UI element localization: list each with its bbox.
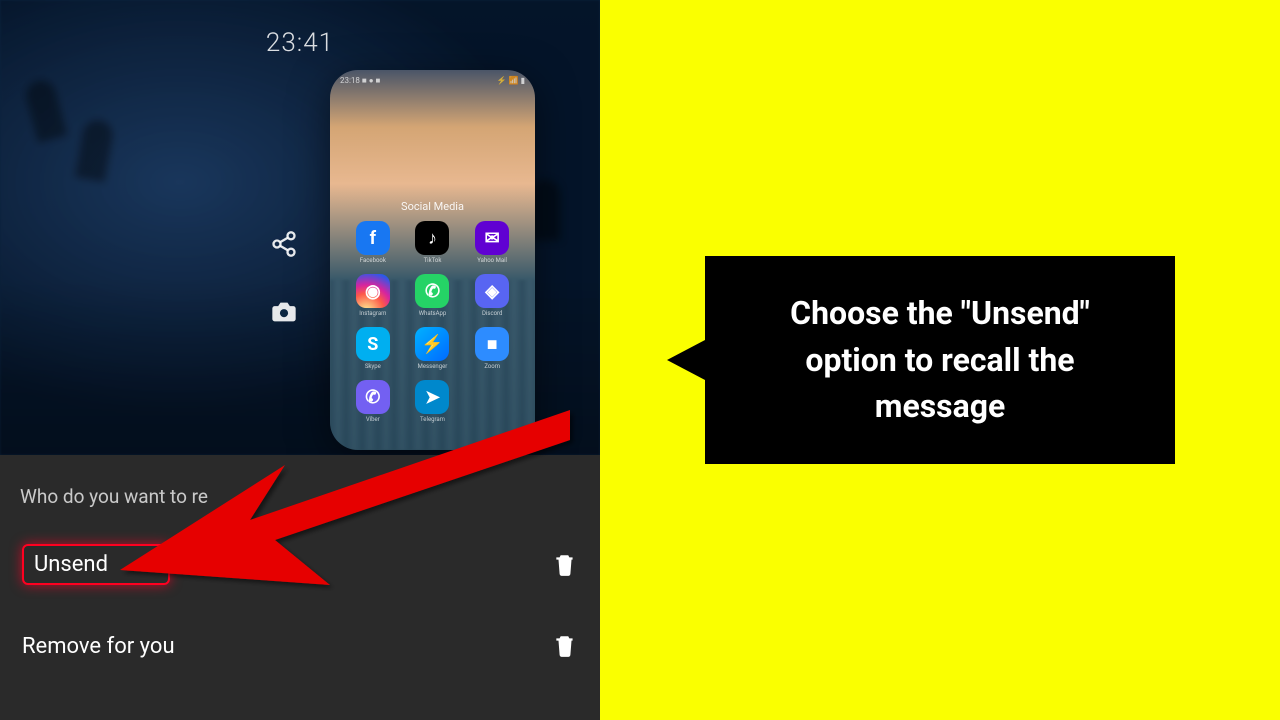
instruction-callout: Choose the "Unsend" option to recall the… [705,256,1175,463]
share-icon[interactable] [270,230,298,258]
app-whatsapp[interactable]: ✆WhatsApp [412,274,454,317]
tutorial-slide: 23:41 23:18 ■ ● ■ ⚡ 📶 ▮ Social Media fFa… [0,0,1280,720]
trash-icon[interactable] [552,633,578,659]
zoom-icon: ■ [475,327,509,361]
instagram-icon: ◉ [356,274,390,308]
app-telegram[interactable]: ➤Telegram [412,380,454,423]
phone-statusbar: 23:18 ■ ● ■ ⚡ 📶 ▮ [340,76,525,90]
app-tiktok[interactable]: ♪TikTok [412,221,454,264]
whatsapp-icon: ✆ [415,274,449,308]
mail-icon: ✉ [475,221,509,255]
viber-icon: ✆ [356,380,390,414]
app-skype[interactable]: SSkype [352,327,394,370]
instruction-text: Choose the "Unsend" option to recall the… [790,294,1090,425]
phone-preview: 23:18 ■ ● ■ ⚡ 📶 ▮ Social Media fFacebook… [330,70,535,450]
folder-title: Social Media [350,200,515,213]
app-grid: fFacebook ♪TikTok ✉Yahoo Mail ◉Instagram… [350,221,515,423]
remove-for-you-button[interactable]: Remove for you [22,634,175,659]
callout-pointer [667,340,705,380]
trash-icon[interactable] [552,552,578,578]
app-messenger[interactable]: ⚡Messenger [412,327,454,370]
app-folder: Social Media fFacebook ♪TikTok ✉Yahoo Ma… [350,200,515,423]
app-viber[interactable]: ✆Viber [352,380,394,423]
facebook-icon: f [356,221,390,255]
sheet-prompt: Who do you want to re [16,485,584,508]
side-actions [270,230,298,326]
app-zoom[interactable]: ■Zoom [471,327,513,370]
instruction-panel: Choose the "Unsend" option to recall the… [600,0,1280,720]
app-facebook[interactable]: fFacebook [352,221,394,264]
tiktok-icon: ♪ [415,221,449,255]
screenshot-panel: 23:41 23:18 ■ ● ■ ⚡ 📶 ▮ Social Media fFa… [0,0,600,720]
app-instagram[interactable]: ◉Instagram [352,274,394,317]
remove-for-you-option-row: Remove for you [16,625,584,667]
telegram-icon: ➤ [415,380,449,414]
discord-icon: ◈ [475,274,509,308]
skype-icon: S [356,327,390,361]
clock-time: 23:41 [266,28,334,58]
app-yahoo[interactable]: ✉Yahoo Mail [471,221,513,264]
camera-icon[interactable] [270,298,298,326]
remove-message-sheet: Who do you want to re Unsend Remove for … [0,455,600,720]
unsend-option-row: Unsend [16,536,584,593]
messenger-icon: ⚡ [415,327,449,361]
unsend-button[interactable]: Unsend [22,544,170,585]
app-discord[interactable]: ◈Discord [471,274,513,317]
